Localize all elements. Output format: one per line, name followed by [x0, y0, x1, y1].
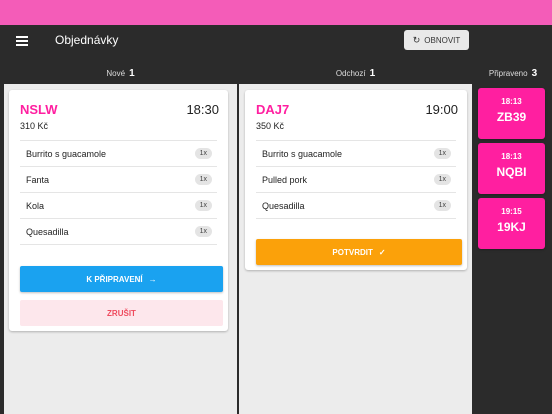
order-card-new[interactable]: NSLW 18:30 310 Kč Burrito s guacamole 1x… [9, 90, 228, 331]
column-label: Nové [106, 68, 126, 78]
item-qty-badge: 1x [433, 200, 451, 211]
ready-order-card[interactable]: 19:15 19KJ [478, 198, 545, 249]
refresh-button-label: OBNOVIT [424, 35, 461, 45]
column-count: 1 [369, 67, 376, 79]
status-bar [0, 0, 552, 25]
cancel-button-label: ZRUŠIT [107, 308, 136, 318]
column-header-outgoing: Odchozí 1 [239, 62, 472, 84]
item-qty-badge: 1x [194, 174, 212, 185]
refresh-button[interactable]: ↻ OBNOVIT [404, 30, 469, 50]
item-name: Quesadilla [262, 200, 305, 211]
order-card-outgoing[interactable]: DAJ7 19:00 350 Kč Burrito s guacamole 1x… [245, 90, 467, 270]
ready-order-code: 19KJ [497, 220, 526, 234]
menu-icon[interactable] [16, 36, 28, 46]
item-name: Pulled pork [262, 174, 308, 185]
column-count: 3 [531, 67, 538, 79]
item-qty-badge: 1x [194, 226, 212, 237]
column-label: Připraveno [488, 68, 528, 78]
item-name: Burrito s guacamole [26, 148, 107, 159]
list-item: Pulled pork 1x [256, 167, 456, 193]
order-time: 19:00 [425, 102, 458, 117]
item-name: Burrito s guacamole [262, 148, 343, 159]
list-item: Burrito s guacamole 1x [20, 141, 217, 167]
cancel-button[interactable]: ZRUŠIT [20, 300, 223, 326]
app-bar: Objednávky ↻ OBNOVIT [0, 25, 552, 60]
page-title: Objednávky [55, 33, 119, 47]
order-items: Burrito s guacamole 1x Pulled pork 1x Qu… [256, 140, 456, 219]
confirm-button-label: POTVRDIT [332, 247, 373, 257]
column-count: 1 [129, 67, 135, 79]
item-qty-badge: 1x [194, 148, 212, 159]
ready-order-time: 18:13 [501, 152, 522, 161]
column-header-new: Nové 1 [4, 62, 237, 84]
prepare-button[interactable]: K PŘIPRAVENÍ → [20, 266, 223, 292]
check-icon: ✓ [378, 247, 386, 257]
list-item: Kola 1x [20, 193, 217, 219]
order-code: DAJ7 [256, 102, 290, 117]
item-name: Fanta [26, 174, 50, 185]
order-price: 350 Kč [256, 121, 285, 131]
confirm-button[interactable]: POTVRDIT ✓ [256, 239, 462, 265]
ready-order-code: NQBI [496, 165, 527, 179]
item-qty-badge: 1x [433, 148, 451, 159]
ready-order-code: ZB39 [496, 110, 527, 124]
ready-order-time: 18:13 [501, 97, 522, 106]
item-name: Kola [26, 200, 45, 211]
ready-order-card[interactable]: 18:13 ZB39 [478, 88, 545, 139]
list-item: Quesadilla 1x [20, 219, 217, 245]
prepare-button-label: K PŘIPRAVENÍ [86, 274, 143, 284]
order-items: Burrito s guacamole 1x Fanta 1x Kola 1x … [20, 140, 217, 245]
list-item: Burrito s guacamole 1x [256, 141, 456, 167]
column-header-ready: Připraveno 3 [474, 62, 552, 84]
list-item: Fanta 1x [20, 167, 217, 193]
arrow-right-icon: → [148, 274, 157, 284]
order-code: NSLW [20, 102, 58, 117]
order-time: 18:30 [186, 102, 219, 117]
ready-order-card[interactable]: 18:13 NQBI [478, 143, 545, 194]
item-qty-badge: 1x [433, 174, 451, 185]
list-item: Quesadilla 1x [256, 193, 456, 219]
order-price: 310 Kč [20, 121, 49, 131]
ready-order-time: 19:15 [501, 207, 522, 216]
item-name: Quesadilla [26, 226, 69, 237]
item-qty-badge: 1x [194, 200, 212, 211]
column-label: Odchozí [335, 68, 366, 78]
refresh-icon: ↻ [412, 34, 421, 45]
